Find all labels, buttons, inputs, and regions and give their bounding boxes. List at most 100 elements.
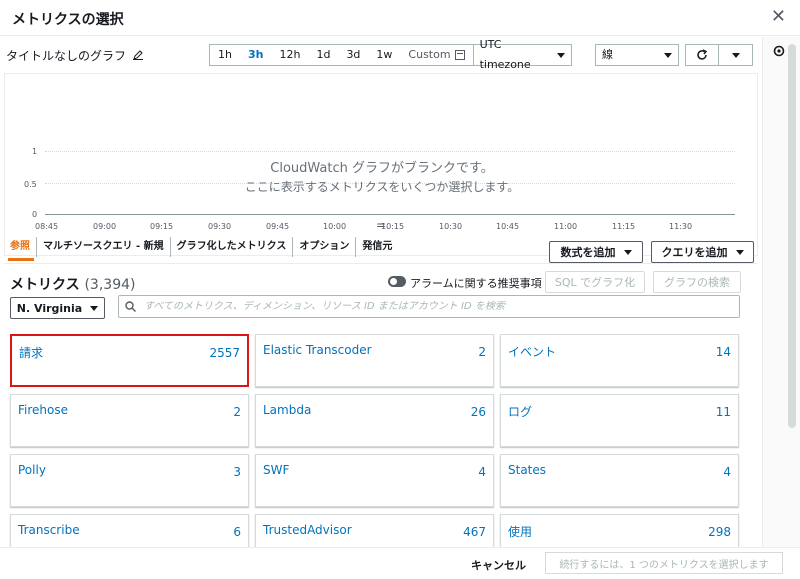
namespace-count: 4 xyxy=(723,465,731,479)
namespace-count: 26 xyxy=(470,405,486,419)
scrollbar[interactable] xyxy=(788,44,796,428)
x-tick: 11:15 xyxy=(612,222,636,231)
namespace-name: Firehose xyxy=(18,403,68,417)
namespace-name: ログ xyxy=(508,405,533,419)
range-1w[interactable]: 1w xyxy=(368,45,400,65)
resize-handle[interactable]: = xyxy=(376,218,386,232)
x-tick: 09:45 xyxy=(266,222,290,231)
range-3d[interactable]: 3d xyxy=(338,45,368,65)
alarm-recommendations-label: アラームに関する推奨事項 xyxy=(410,277,542,290)
dialog-content: タイトルなしのグラフ 1h 3h 12h 1d 3d 1w Custom UTC… xyxy=(0,37,762,547)
namespace-name: イベント xyxy=(508,345,557,359)
namespace-card-elastic-transcoder[interactable]: Elastic Transcoder 2 xyxy=(255,334,494,387)
namespace-count: 3 xyxy=(233,465,241,479)
refresh-button[interactable] xyxy=(685,44,719,66)
add-math-button[interactable]: 数式を追加 xyxy=(549,241,643,263)
metrics-title: メトリクス xyxy=(10,277,80,293)
continue-button[interactable]: 続行するには、1 つのメトリクスを選択します xyxy=(545,552,783,574)
metrics-heading: メトリクス (3,394) xyxy=(10,274,135,294)
x-tick: 11:00 xyxy=(554,222,578,231)
range-custom-button[interactable]: Custom xyxy=(400,45,472,65)
section-divider xyxy=(4,263,758,264)
y-tick: 0 xyxy=(32,210,38,219)
namespace-name: SWF xyxy=(263,463,290,477)
namespace-count: 6 xyxy=(233,525,241,539)
add-query-button[interactable]: クエリを追加 xyxy=(651,241,754,263)
metric-search xyxy=(118,295,740,318)
namespace-count: 2 xyxy=(478,345,486,359)
namespace-card-events[interactable]: イベント 14 xyxy=(500,334,739,387)
namespace-count: 2 xyxy=(233,405,241,419)
namespace-card-logs[interactable]: ログ 11 xyxy=(500,394,739,447)
namespace-name: Lambda xyxy=(263,403,312,417)
edit-pencil-icon[interactable] xyxy=(132,50,143,60)
chevron-down-icon xyxy=(664,52,672,58)
tab-graphed-metrics[interactable]: グラフ化したメトリクス xyxy=(171,237,294,257)
calendar-icon xyxy=(454,50,465,60)
chevron-down-icon xyxy=(90,305,99,311)
namespace-name: Polly xyxy=(18,463,46,477)
chevron-down-icon xyxy=(623,249,632,255)
namespace-card-trusted-advisor[interactable]: TrustedAdvisor 467 xyxy=(255,514,494,547)
namespace-name: Elastic Transcoder xyxy=(263,343,372,357)
line-type-select[interactable]: 線 xyxy=(595,44,679,66)
chevron-down-icon xyxy=(731,52,740,58)
line-type-value: 線 xyxy=(602,48,613,61)
active-tab-indicator xyxy=(8,258,34,261)
time-range-group: 1h 3h 12h 1d 3d 1w Custom UTC timezone xyxy=(209,38,572,71)
namespace-card-lambda[interactable]: Lambda 26 xyxy=(255,394,494,447)
refresh-options-button[interactable] xyxy=(719,44,753,66)
graph-title[interactable]: タイトルなしのグラフ xyxy=(6,47,143,64)
range-custom-label: Custom xyxy=(408,48,451,61)
namespace-count: 14 xyxy=(715,345,731,359)
x-tick: 10:45 xyxy=(496,222,520,231)
gear-icon[interactable] xyxy=(772,44,786,58)
namespace-name: States xyxy=(508,463,547,477)
tab-options[interactable]: オプション xyxy=(293,237,357,257)
close-icon[interactable]: ✕ xyxy=(771,6,786,27)
region-select[interactable]: N. Virginia xyxy=(10,297,105,319)
x-tick: 09:15 xyxy=(150,222,174,231)
namespace-count: 2557 xyxy=(209,346,240,360)
cancel-button[interactable]: キャンセル xyxy=(471,557,526,573)
namespace-count: 298 xyxy=(708,525,731,539)
namespace-card-firehose[interactable]: Firehose 2 xyxy=(10,394,249,447)
range-3h[interactable]: 3h xyxy=(240,45,272,65)
x-tick: 11:30 xyxy=(669,222,693,231)
x-tick: 10:00 xyxy=(323,222,347,231)
tab-multi-source-query[interactable]: マルチソースクエリ - 新規 xyxy=(37,237,171,257)
namespace-card-states[interactable]: States 4 xyxy=(500,454,739,507)
tab-source[interactable]: 発信元 xyxy=(356,237,398,257)
add-math-label: 数式を追加 xyxy=(560,246,616,259)
x-tick: 10:30 xyxy=(439,222,463,231)
metric-search-input[interactable] xyxy=(144,301,739,312)
x-tick: 09:30 xyxy=(208,222,232,231)
chevron-down-icon xyxy=(556,52,565,58)
x-axis-line xyxy=(45,214,735,215)
namespace-count: 467 xyxy=(463,525,486,539)
metrics-count: (3,394) xyxy=(84,277,136,293)
gridline xyxy=(45,151,735,152)
alarm-recommendations-toggle[interactable] xyxy=(388,276,406,287)
namespace-card-billing[interactable]: 請求 2557 xyxy=(10,334,249,387)
alarm-recommendations-label-wrap: アラームに関する推奨事項 ♀ xyxy=(410,275,553,291)
tab-browse[interactable]: 参照 xyxy=(4,237,37,257)
namespace-card-usage[interactable]: 使用 298 xyxy=(500,514,739,547)
range-1h[interactable]: 1h xyxy=(210,45,240,65)
namespace-card-polly[interactable]: Polly 3 xyxy=(10,454,249,507)
namespace-card-transcribe[interactable]: Transcribe 6 xyxy=(10,514,249,547)
graph-empty-hint: ここに表示するメトリクスをいくつか選択します。 xyxy=(244,180,520,194)
timezone-select[interactable]: UTC timezone xyxy=(472,38,571,71)
range-1d[interactable]: 1d xyxy=(308,45,338,65)
graph-search-button[interactable]: グラフの検索 xyxy=(653,271,741,293)
graph-empty-title: CloudWatch グラフがブランクです。 xyxy=(270,161,494,176)
namespace-name: 請求 xyxy=(19,346,44,360)
chevron-down-icon xyxy=(735,249,744,255)
range-12h[interactable]: 12h xyxy=(271,45,308,65)
add-query-label: クエリを追加 xyxy=(661,246,728,259)
graph-with-sql-button[interactable]: SQL でグラフ化 xyxy=(545,271,645,293)
namespace-name: 使用 xyxy=(508,525,533,539)
search-icon xyxy=(125,301,136,312)
namespace-card-swf[interactable]: SWF 4 xyxy=(255,454,494,507)
y-tick: 1 xyxy=(32,147,38,156)
